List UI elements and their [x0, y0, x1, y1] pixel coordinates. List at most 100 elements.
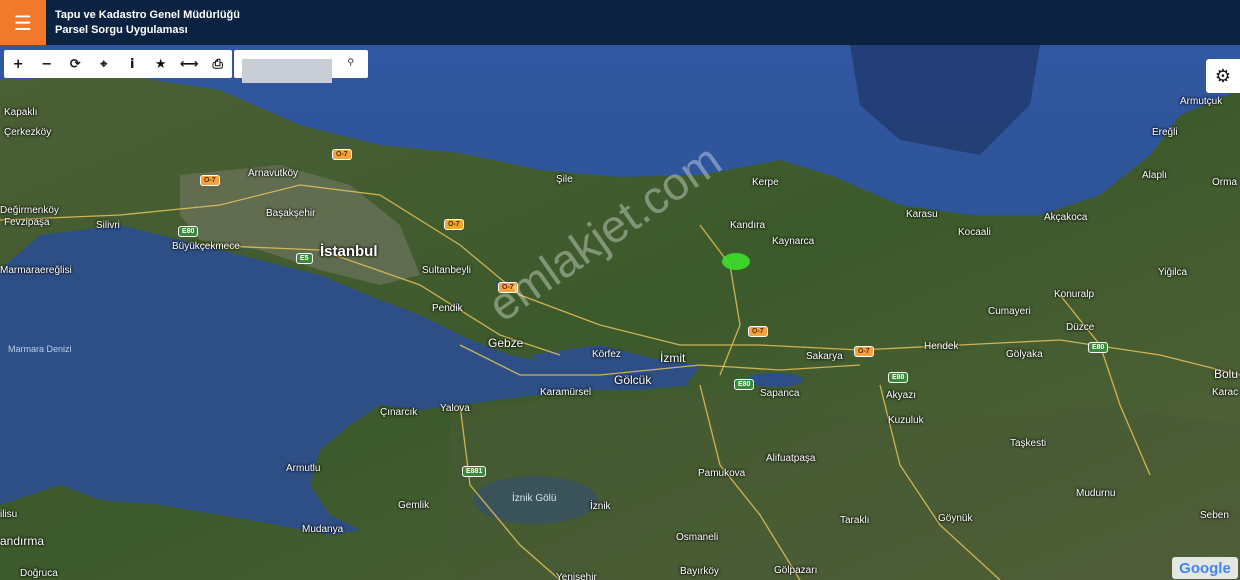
plus-icon: + — [12, 56, 24, 72]
place-label: Bolu — [1214, 367, 1239, 381]
place-label: Gölpazarı — [774, 565, 818, 576]
place-label: İzmit — [660, 351, 686, 365]
place-label: Taşkesti — [1010, 438, 1047, 449]
place-label: Orma — [1212, 177, 1237, 188]
place-label: Çınarcık — [380, 407, 418, 418]
place-label: Konuralp — [1054, 289, 1095, 300]
place-label: Çerkezköy — [4, 127, 52, 138]
crosshair-icon: ⌖ — [100, 56, 108, 72]
place-label: Kuzuluk — [888, 415, 924, 426]
road-shield: E80 — [888, 372, 909, 383]
place-label: Silivri — [96, 220, 120, 231]
place-label: Karasu — [906, 209, 938, 220]
place-label: Sultanbeyli — [422, 265, 471, 276]
place-label: Fevzipaşa — [4, 217, 50, 228]
zoom-out-button[interactable]: − — [33, 50, 62, 78]
place-label: Akyazı — [886, 390, 917, 401]
road-shield: O-7 — [332, 149, 352, 160]
place-label: Pamukova — [698, 468, 746, 479]
parcel-marker[interactable] — [722, 253, 750, 270]
place-label: ilisu — [0, 509, 18, 520]
place-label: Kaynarca — [772, 236, 815, 247]
place-label: Sapanca — [760, 388, 800, 399]
place-label: Alifuatpaşa — [766, 453, 816, 464]
map-view[interactable]: Kapaklı Çerkezköy Arnavutköy Değirmenköy… — [0, 45, 1240, 580]
search-input[interactable] — [242, 59, 332, 83]
hamburger-icon: ☰ — [14, 10, 32, 35]
place-label: andırma — [0, 534, 45, 548]
place-label: Yenişehir — [556, 572, 597, 580]
place-label: Değirmenköy — [0, 205, 59, 216]
place-label: Armutçuk — [1180, 96, 1223, 107]
parcel-search: ⚲ — [234, 50, 368, 83]
place-label: Sakarya — [806, 351, 843, 362]
place-label: Arnavutköy — [248, 168, 299, 179]
sea-label: Marmara Denizi — [8, 344, 72, 354]
location-pin-icon[interactable]: ⚲ — [347, 58, 354, 68]
lake-label: İznik Gölü — [512, 493, 557, 504]
place-label: Başakşehir — [266, 208, 316, 219]
measure-icon: ⟷ — [179, 56, 199, 72]
org-title: Tapu ve Kadastro Genel Müdürlüğü — [55, 9, 240, 21]
place-label: Karac — [1212, 387, 1239, 398]
place-label: Marmaraereğlisi — [0, 265, 72, 276]
road-shield: O-7 — [854, 346, 874, 357]
parcel-query-app: ☰ Tapu ve Kadastro Genel Müdürlüğü Parse… — [0, 0, 1240, 580]
road-shield: O-7 — [200, 175, 220, 186]
info-button[interactable]: i — [118, 50, 147, 78]
place-label: Karamürsel — [540, 387, 592, 398]
place-label: Gölcük — [614, 373, 652, 387]
locate-button[interactable]: ⌖ — [90, 50, 119, 78]
place-label: İznik — [590, 501, 611, 512]
road-shield: E80 — [734, 379, 755, 390]
place-label: Doğruca — [20, 568, 58, 579]
place-label: Mudanya — [302, 524, 344, 535]
info-icon: i — [130, 56, 135, 72]
road-shield: E80 — [178, 226, 199, 237]
map-toolbar: + − ⟳ ⌖ i ★ ⟷ ⎙ ⚲ — [4, 50, 368, 83]
road-shield: E80 — [1088, 342, 1109, 353]
road-shield: E881 — [462, 466, 487, 477]
place-label: Şile — [556, 174, 573, 185]
place-label: Gölyaka — [1006, 349, 1043, 360]
city-label-istanbul: İstanbul — [320, 243, 378, 260]
zoom-in-button[interactable]: + — [4, 50, 33, 78]
place-label: Akçakoca — [1044, 212, 1088, 223]
measure-button[interactable]: ⟷ — [175, 50, 204, 78]
tool-group: + − ⟳ ⌖ i ★ ⟷ ⎙ — [4, 50, 232, 78]
place-label: Hendek — [924, 341, 959, 352]
place-label: Armutlu — [286, 463, 321, 474]
print-icon: ⎙ — [212, 56, 223, 72]
menu-button[interactable]: ☰ — [0, 0, 46, 45]
place-label: Cumayeri — [988, 306, 1031, 317]
place-label: Göynük — [938, 513, 973, 524]
place-label: Yalova — [440, 403, 470, 414]
road-shield: O-7 — [748, 326, 768, 337]
place-label: Gemlik — [398, 500, 430, 511]
place-label: Büyükçekmece — [172, 241, 240, 252]
gear-icon: ⚙ — [1214, 65, 1232, 87]
refresh-icon: ⟳ — [69, 56, 81, 72]
place-label: Osmaneli — [676, 532, 719, 543]
favorite-button[interactable]: ★ — [147, 50, 176, 78]
star-icon: ★ — [154, 56, 167, 72]
minus-icon: − — [41, 56, 53, 72]
refresh-button[interactable]: ⟳ — [61, 50, 90, 78]
place-label: Bayırköy — [680, 566, 719, 577]
app-title: Parsel Sorgu Uygulaması — [55, 24, 188, 36]
place-label: Kerpe — [752, 177, 779, 188]
place-label: Ereğli — [1152, 127, 1178, 138]
app-header: ☰ Tapu ve Kadastro Genel Müdürlüğü Parse… — [0, 0, 1240, 45]
place-label: Düzce — [1066, 322, 1095, 333]
print-button[interactable]: ⎙ — [204, 50, 233, 78]
road-shield: O-7 — [444, 219, 464, 230]
settings-button[interactable]: ⚙ — [1206, 59, 1240, 93]
satellite-map — [0, 45, 1240, 580]
place-label: Pendik — [432, 303, 463, 314]
place-label: Alaplı — [1142, 170, 1168, 181]
google-logo: Google — [1172, 557, 1238, 579]
road-shield: E5 — [296, 253, 313, 264]
place-label: Kocaali — [958, 227, 991, 238]
place-label: Mudurnu — [1076, 488, 1116, 499]
place-label: Seben — [1200, 510, 1229, 521]
